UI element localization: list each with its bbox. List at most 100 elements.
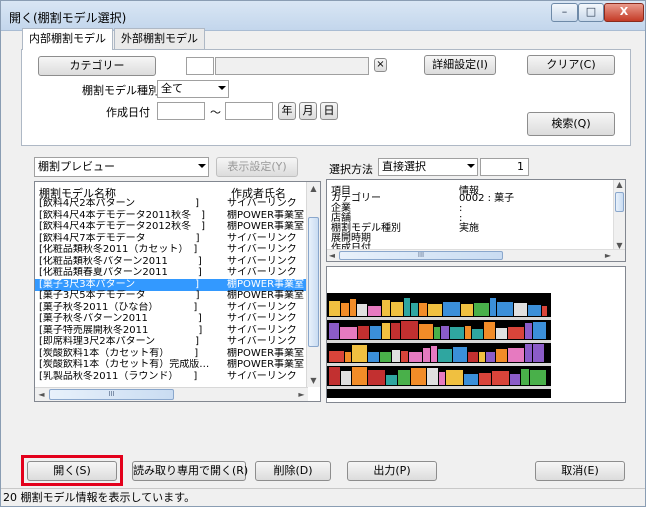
list-item[interactable]: [化粧品類秋冬パターン2011 ] サイバーリンク xyxy=(35,256,306,268)
search-button[interactable]: 検索(Q) xyxy=(527,112,615,136)
list-item[interactable]: [飲料4尺2本パターン ] サイバーリンク xyxy=(35,198,306,210)
list-item[interactable]: [即席料理3尺2本パターン ] サイバーリンク xyxy=(35,336,306,348)
shelf-plank xyxy=(327,363,551,366)
output-button[interactable]: 出力(P) xyxy=(347,461,437,481)
date-from-field[interactable] xyxy=(157,102,205,120)
product-facing xyxy=(508,348,524,362)
display-settings-button[interactable]: 表示設定(Y) xyxy=(216,157,298,177)
product-facing xyxy=(542,306,547,316)
product-facing xyxy=(474,303,489,316)
list-horizontal-scrollbar[interactable]: ◄ III ► xyxy=(35,387,308,401)
list-item[interactable]: [炭酸飲料1本（カセット有）完成版… 棚POWER事業室 xyxy=(35,359,306,371)
cancel-button[interactable]: 取消(E) xyxy=(535,461,625,481)
product-facing xyxy=(386,375,397,385)
date-to-field[interactable] xyxy=(225,102,273,120)
list-item[interactable]: [化粧品類秋冬2011（カセット） ] サイバーリンク xyxy=(35,244,306,256)
product-facing xyxy=(492,371,509,385)
product-facing xyxy=(370,326,381,339)
product-facing xyxy=(329,367,340,385)
product-facing xyxy=(530,370,546,385)
delete-button[interactable]: 削除(D) xyxy=(255,461,331,481)
list-item[interactable]: [菓子特売展開秋冬2011 ] サイバーリンク xyxy=(35,325,306,337)
scroll-thumb[interactable] xyxy=(308,217,319,347)
list-item[interactable]: [飲料4尺4本デモデータ2012秋冬 ] 棚POWER事業室 xyxy=(35,221,306,233)
list-item[interactable]: [飲料4尺7本デモデータ ] サイバーリンク xyxy=(35,233,306,245)
list-item[interactable]: [化粧品類春夏パターン2011 ] サイバーリンク xyxy=(35,267,306,279)
product-facing xyxy=(368,370,385,385)
category-clear-button[interactable]: × xyxy=(374,58,387,72)
minimize-button[interactable]: – xyxy=(551,3,578,22)
product-facing xyxy=(391,323,400,339)
list-item[interactable]: [飲料4尺4本デモデータ2011秋冬 ] 棚POWER事業室 xyxy=(35,210,306,222)
model-type-label: 棚割モデル種別 xyxy=(82,84,159,97)
product-facing xyxy=(382,323,390,339)
scroll-up-button[interactable]: ▲ xyxy=(614,180,625,190)
model-name: [化粧品類秋冬2011（カセット） ] xyxy=(39,244,198,255)
list-vertical-scrollbar[interactable]: ▲ ▼ xyxy=(306,182,320,387)
category-button[interactable]: カテゴリー xyxy=(38,56,156,76)
open-readonly-button[interactable]: 読み取り専用で開く(R) xyxy=(132,461,248,481)
model-name: [菓子特売展開秋冬2011 ] xyxy=(39,324,203,336)
scroll-right-button[interactable]: ► xyxy=(603,250,613,261)
list-item[interactable]: [菓子3尺5本デモデータ ] 棚POWER事業室 xyxy=(35,290,306,302)
tab-external-model[interactable]: 外部棚割モデル xyxy=(114,28,205,49)
author-name: サイバーリンク xyxy=(227,336,297,347)
product-facing xyxy=(329,351,344,362)
dialog-window: 開く(棚割モデル選択) – □ X 内部棚割モデル 外部棚割モデル カテゴリー … xyxy=(0,0,646,507)
info-horizontal-scrollbar[interactable]: ◄ III ► xyxy=(327,249,625,261)
selection-method-select[interactable]: 直接選択 xyxy=(378,158,478,176)
product-facing xyxy=(358,326,369,339)
product-facing xyxy=(352,367,367,385)
list-item[interactable]: [炭酸飲料1本（カセット有） ] 棚POWER事業室 xyxy=(35,348,306,360)
scroll-thumb[interactable] xyxy=(615,192,624,212)
tab-internal-model[interactable]: 内部棚割モデル xyxy=(22,28,113,50)
product-facing xyxy=(398,370,410,385)
product-facing xyxy=(411,368,426,385)
shelf-plank xyxy=(327,317,551,320)
list-item[interactable]: [菓子秋冬パターン2011 ] サイバーリンク xyxy=(35,313,306,325)
scroll-thumb[interactable]: III xyxy=(49,389,174,400)
window-title: 開く(棚割モデル選択) xyxy=(9,11,127,25)
info-vertical-scrollbar[interactable]: ▲ ▼ xyxy=(613,180,625,251)
year-button[interactable]: 年 xyxy=(278,102,296,120)
author-name: サイバーリンク xyxy=(227,370,297,382)
author-name: サイバーリンク xyxy=(227,267,297,278)
chevron-down-icon xyxy=(198,164,206,168)
product-facing xyxy=(368,352,379,362)
detail-settings-button[interactable]: 詳細設定(I) xyxy=(424,55,496,75)
month-button[interactable]: 月 xyxy=(299,102,317,120)
model-name: [乳製品秋冬2011（ラウンド） ] xyxy=(39,370,198,382)
model-name: [菓子秋冬パターン2011 ] xyxy=(39,313,202,324)
model-type-select[interactable]: 全て xyxy=(157,80,229,98)
product-facing xyxy=(496,328,507,339)
list-item[interactable]: [菓子3尺3本パターン ] 棚POWER事業室 xyxy=(35,278,306,291)
scroll-thumb[interactable]: III xyxy=(339,251,503,260)
product-facing xyxy=(464,374,478,385)
product-facing xyxy=(438,349,452,362)
author-name: サイバーリンク xyxy=(227,255,297,267)
author-name: 棚POWER事業室 xyxy=(227,209,305,221)
list-item[interactable]: [菓子秋冬2011（ひな台） ] サイバーリンク xyxy=(35,302,306,314)
category-code-field[interactable] xyxy=(186,57,214,75)
product-facing xyxy=(525,323,532,339)
scroll-up-button[interactable]: ▲ xyxy=(307,182,320,195)
scroll-right-button[interactable]: ► xyxy=(295,388,308,401)
scroll-left-button[interactable]: ◄ xyxy=(327,250,337,261)
product-facing xyxy=(533,322,546,339)
clear-button[interactable]: クリア(C) xyxy=(527,55,615,75)
preview-select[interactable]: 棚割プレビュー xyxy=(34,157,209,177)
day-button[interactable]: 日 xyxy=(320,102,338,120)
count-field[interactable]: 1 xyxy=(480,158,529,176)
author-name: サイバーリンク xyxy=(227,313,297,324)
list-item[interactable]: [乳製品秋冬2011（ラウンド） ] サイバーリンク xyxy=(35,371,306,383)
scroll-down-button[interactable]: ▼ xyxy=(307,374,320,387)
product-facing xyxy=(525,344,532,362)
maximize-button[interactable]: □ xyxy=(578,3,604,22)
product-facing xyxy=(392,350,400,362)
product-facing xyxy=(514,303,527,316)
product-facing xyxy=(479,352,485,362)
scroll-left-button[interactable]: ◄ xyxy=(35,388,48,401)
author-name: サイバーリンク xyxy=(227,301,297,313)
close-button[interactable]: X xyxy=(604,3,644,22)
product-facing xyxy=(329,323,339,339)
